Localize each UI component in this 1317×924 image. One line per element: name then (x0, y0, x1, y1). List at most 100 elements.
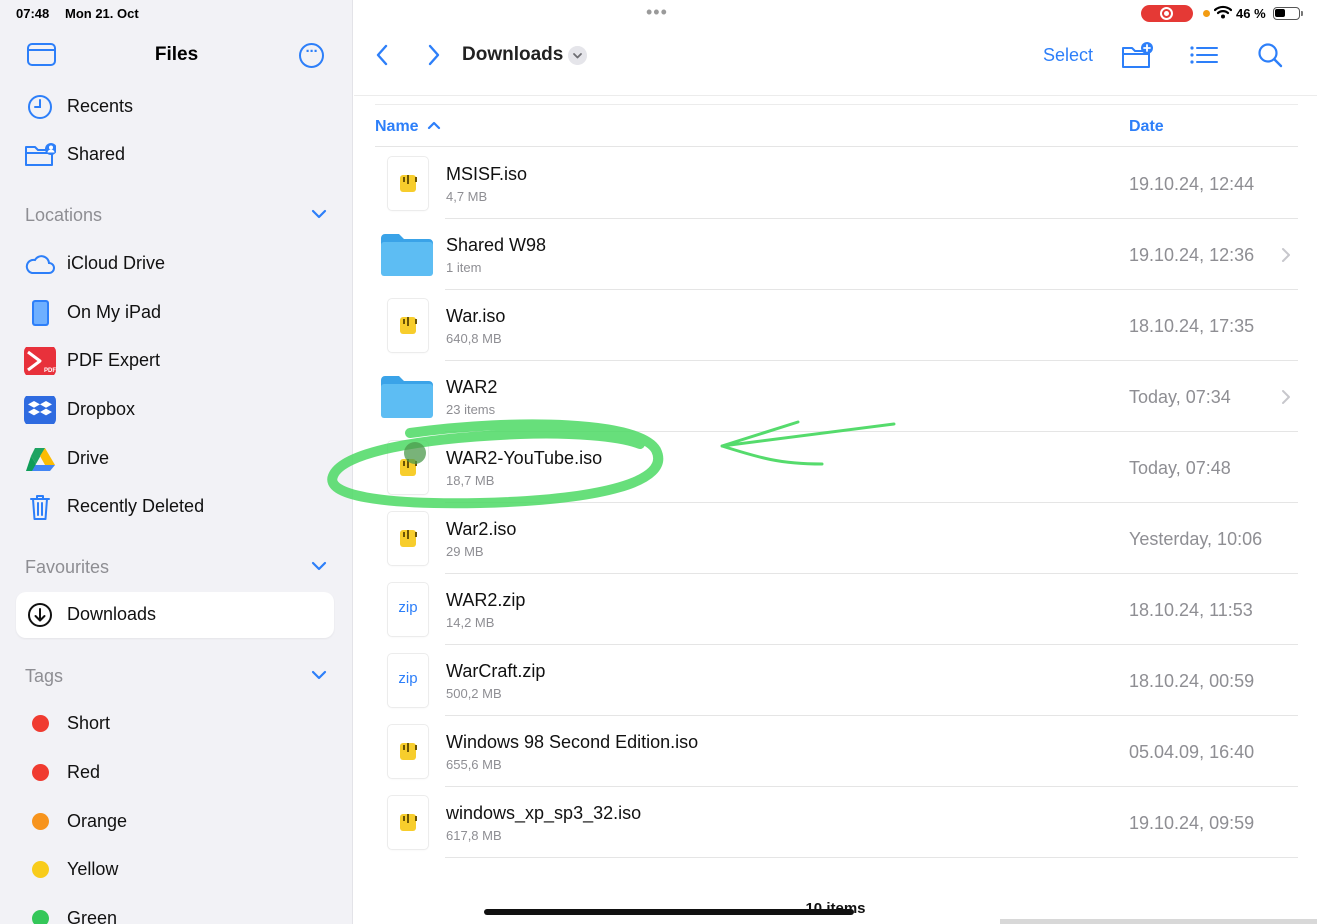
sidebar-item-dropbox[interactable]: Dropbox (16, 387, 334, 433)
forward-chevron-icon[interactable] (424, 42, 444, 68)
file-name: MSISF.iso (446, 164, 528, 184)
file-name: windows_xp_sp3_32.iso (446, 803, 642, 823)
file-size: 4,7 MB (446, 189, 488, 204)
section-title: Tags (25, 666, 64, 686)
file-date: 18.10.24, 11:53 (1129, 600, 1253, 620)
sidebar-item-downloads[interactable]: Downloads (16, 592, 334, 638)
file-date: 19.10.24, 09:59 (1129, 813, 1255, 833)
ipad-icon (32, 300, 49, 326)
favourites-section-header[interactable]: Favourites (25, 557, 335, 581)
list-view-icon[interactable] (1188, 40, 1222, 70)
select-button[interactable]: Select (1043, 45, 1093, 66)
file-name: WarCraft.zip (446, 661, 546, 681)
locations-section-header[interactable]: Locations (25, 205, 335, 229)
folder-row[interactable]: Shared W98 1 item 19.10.24, 12:36 (375, 219, 1298, 290)
file-name: War2.iso (446, 519, 517, 539)
file-row[interactable]: War2.iso 29 MB Yesterday, 10:06 (375, 503, 1298, 574)
sidebar-tag-yellow[interactable]: Yellow (16, 847, 334, 893)
file-row[interactable]: Windows 98 Second Edition.iso 655,6 MB 05.… (375, 716, 1298, 787)
sidebar-item-label: Recents (67, 96, 134, 116)
sidebar-item-label: Recently Deleted (67, 496, 205, 516)
sidebar-item-label: PDF Expert (67, 350, 161, 370)
file-date: 05.04.09, 16:40 (1129, 742, 1255, 762)
sort-by-date-header[interactable]: Date (1129, 118, 1164, 136)
tags-section-header[interactable]: Tags (25, 666, 335, 690)
battery-percent: 46 % (1236, 6, 1266, 21)
status-bar: 07:48 Mon 21. Oct ••• 46 % (0, 0, 1317, 28)
sidebar-item-shared[interactable]: Shared (16, 132, 334, 178)
zip-file-icon: zip (379, 583, 435, 637)
more-options-icon[interactable]: ··· (299, 43, 324, 68)
status-date: Mon 21. Oct (65, 6, 139, 21)
multitasking-dots-icon[interactable]: ••• (646, 2, 668, 23)
file-date: 18.10.24, 00:59 (1129, 671, 1255, 691)
sidebar-item-label: Dropbox (67, 399, 136, 419)
file-row[interactable]: WAR2-YouTube.iso 18,7 MB Today, 07:48 (375, 432, 1298, 503)
sidebar-item-label: Shared (67, 144, 126, 164)
sidebar-item-label: Short (67, 713, 111, 733)
sidebar-item-on-my-ipad[interactable]: On My iPad (16, 290, 334, 336)
screen-recording-icon[interactable] (1141, 5, 1193, 22)
back-chevron-icon[interactable] (372, 42, 392, 68)
chevron-down-icon[interactable] (310, 205, 328, 223)
new-folder-icon[interactable] (1120, 40, 1154, 70)
sidebar-item-icloud-drive[interactable]: iCloud Drive (16, 241, 334, 287)
sidebar-tag-green[interactable]: Green (16, 896, 334, 924)
file-row[interactable]: zip WarCraft.zip 500,2 MB 18.10.24, 00:59 (375, 645, 1298, 716)
tag-color-dot (32, 764, 49, 781)
file-name: WAR2-YouTube.iso (446, 448, 603, 468)
iso-archive-icon (379, 441, 435, 495)
folder-icon (379, 228, 435, 282)
file-date: Yesterday, 10:06 (1129, 529, 1263, 549)
sidebar-tag-short[interactable]: Short (16, 701, 334, 747)
file-row[interactable]: windows_xp_sp3_32.iso 617,8 MB 19.10.24, 0… (375, 787, 1298, 858)
file-size: 640,8 MB (446, 331, 502, 346)
file-size: 14,2 MB (446, 615, 495, 630)
folder-title[interactable]: Downloads (462, 44, 563, 66)
sidebar-tag-red[interactable]: Red (16, 750, 334, 796)
file-size: 1 item (446, 260, 482, 275)
google-drive-icon (26, 448, 55, 471)
iso-archive-icon (379, 157, 435, 211)
file-row[interactable]: War.iso 640,8 MB 18.10.24, 17:35 (375, 290, 1298, 361)
sidebar-item-pdf-expert[interactable]: PDF PDF Expert (16, 338, 334, 384)
chevron-down-icon[interactable] (310, 557, 328, 575)
bottom-strip (1000, 919, 1317, 924)
sidebar: Files ··· Recents Shared Locations iClou… (0, 0, 353, 924)
column-label: Name (375, 118, 419, 135)
chevron-down-icon[interactable] (568, 46, 587, 65)
sidebar-item-label: Yellow (67, 859, 119, 879)
iso-archive-icon (379, 725, 435, 779)
dropbox-icon (24, 396, 56, 424)
sidebar-item-label: Red (67, 762, 101, 782)
file-browser: Downloads Select Name Date MSISF.iso 4,7 … (354, 0, 1317, 924)
list-header: Name Date (375, 104, 1298, 147)
sidebar-item-label: Downloads (67, 604, 157, 624)
sidebar-item-label: Green (67, 908, 118, 924)
sidebar-item-drive[interactable]: Drive (16, 436, 334, 482)
sidebar-item-recently-deleted[interactable]: Recently Deleted (16, 484, 334, 530)
shared-folder-icon (25, 143, 56, 166)
file-size: 23 items (446, 402, 496, 417)
sort-by-name-header[interactable]: Name (375, 118, 441, 136)
file-name: WAR2.zip (446, 590, 526, 610)
file-row[interactable]: zip WAR2.zip 14,2 MB 18.10.24, 11:53 (375, 574, 1298, 645)
sidebar-tag-orange[interactable]: Orange (16, 799, 334, 845)
sidebar-item-recents[interactable]: Recents (16, 84, 334, 130)
home-indicator[interactable] (484, 909, 854, 915)
folder-row[interactable]: WAR2 23 items Today, 07:34 (375, 361, 1298, 432)
trash-icon (30, 495, 50, 520)
section-title: Favourites (25, 557, 110, 577)
wifi-icon (1214, 5, 1232, 19)
search-icon[interactable] (1254, 40, 1288, 70)
file-name: Windows 98 Second Edition.iso (446, 732, 699, 752)
file-size: 617,8 MB (446, 828, 502, 843)
folder-icon (379, 370, 435, 424)
file-size: 29 MB (446, 544, 484, 559)
chevron-down-icon[interactable] (310, 666, 328, 684)
tag-color-dot (32, 813, 49, 830)
file-date: 19.10.24, 12:36 (1129, 245, 1255, 265)
svg-text:PDF: PDF (44, 368, 56, 374)
iso-archive-icon (379, 512, 435, 566)
file-row[interactable]: MSISF.iso 4,7 MB 19.10.24, 12:44 (375, 148, 1298, 219)
